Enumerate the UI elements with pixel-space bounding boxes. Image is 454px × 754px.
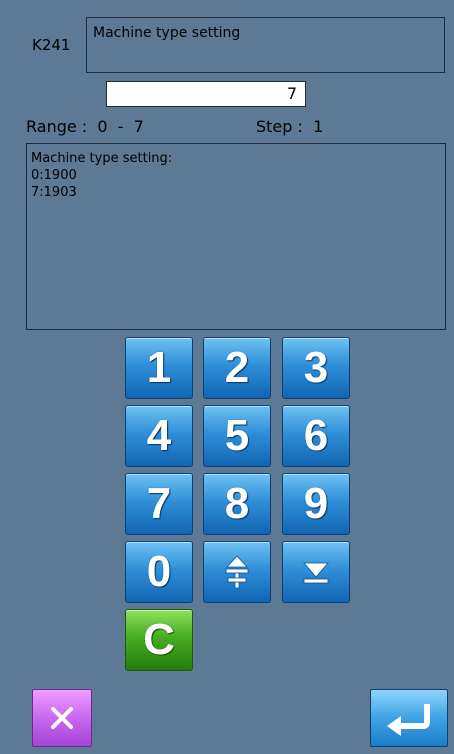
key-3[interactable]: 3 <box>282 337 350 399</box>
down-key[interactable] <box>282 541 350 603</box>
key-8[interactable]: 8 <box>203 473 271 535</box>
key-5[interactable]: 5 <box>203 405 271 467</box>
parameter-code: K241 <box>32 36 71 54</box>
key-6[interactable]: 6 <box>282 405 350 467</box>
clear-key[interactable]: C <box>125 609 193 671</box>
plus-minus-icon <box>225 555 249 589</box>
sign-key[interactable] <box>203 541 271 603</box>
value-input[interactable]: 7 <box>106 81 306 107</box>
cancel-button[interactable] <box>32 689 92 747</box>
arrow-down-icon <box>303 562 329 584</box>
description-line: Machine type setting: <box>31 151 173 166</box>
enter-button[interactable] <box>370 689 448 747</box>
key-0[interactable]: 0 <box>125 541 193 603</box>
parameter-title-box: Machine type setting <box>86 17 445 73</box>
key-9[interactable]: 9 <box>282 473 350 535</box>
enter-icon <box>387 704 430 736</box>
description-line: 7:1903 <box>31 185 77 200</box>
range-label: Range : 0 - 7 <box>26 117 144 136</box>
close-icon <box>51 707 73 729</box>
key-2[interactable]: 2 <box>203 337 271 399</box>
description-box: Machine type setting: 0:1900 7:1903 <box>26 143 446 330</box>
key-1[interactable]: 1 <box>125 337 193 399</box>
key-7[interactable]: 7 <box>125 473 193 535</box>
parameter-title: Machine type setting <box>93 25 241 41</box>
key-4[interactable]: 4 <box>125 405 193 467</box>
step-label: Step : 1 <box>256 117 324 136</box>
description-line: 0:1900 <box>31 168 77 183</box>
